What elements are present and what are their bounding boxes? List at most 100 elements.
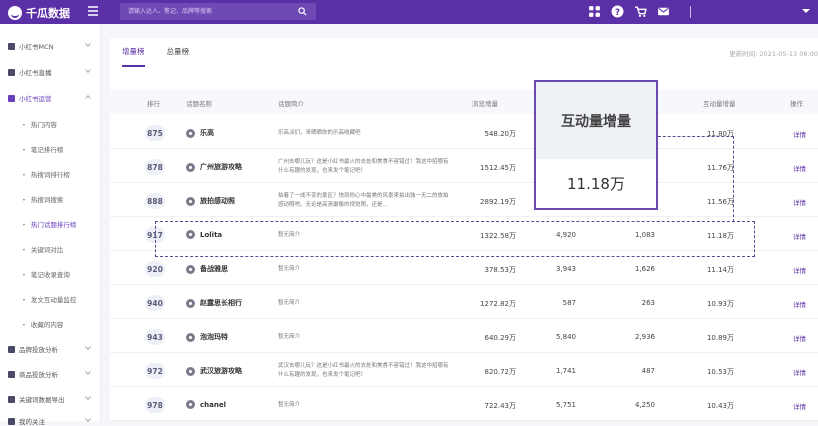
topic-name[interactable]: 武汉旅游攻略 — [186, 366, 242, 376]
topic-intro: 武汉去哪儿玩？这是小红书最火的去处和美食不容错过！我这中招哪有什么有趣的发现，也… — [278, 363, 449, 378]
topic-intro: 拍着了一成不变的景区？快到你心中最美的风景来拍出独一无二的旅拍感动照吧。无论是高… — [278, 193, 449, 208]
interaction-value: 10.93万 — [706, 300, 734, 308]
callout-title: 互动量增量 — [536, 82, 656, 159]
logo[interactable]: 千瓜数据 — [8, 5, 70, 21]
user-menu-caret-icon[interactable] — [802, 9, 810, 13]
chevron-down-icon — [85, 369, 91, 375]
logo-icon — [8, 6, 22, 20]
sidebar-subitem-keyword-compare[interactable]: 关键词对比 — [22, 244, 64, 254]
detail-link[interactable]: 详情 — [793, 401, 806, 411]
table-row[interactable]: 943 泡泡玛特 暂无简介 640.29万 5,840 2,936 10.89万… — [110, 320, 818, 353]
metric-a-value: 3,943 — [555, 265, 576, 273]
interaction-value: 10.89万 — [706, 334, 734, 342]
metric-a-value: 5,751 — [555, 401, 576, 409]
sidebar-subitem-hot-content[interactable]: 热门内容 — [22, 119, 57, 129]
sidebar-item-keyword-export[interactable]: 关键词数据导出 — [8, 394, 96, 404]
table-row[interactable]: 978 chanel 暂无简介 722.43万 5,751 4,250 10.4… — [110, 388, 818, 421]
mail-icon[interactable] — [657, 5, 670, 18]
interaction-value: 10.43万 — [706, 402, 734, 410]
rank-badge: 978 — [145, 397, 165, 413]
svg-text:?: ? — [615, 8, 620, 18]
apps-grid-icon[interactable] — [588, 5, 601, 18]
topic-name[interactable]: 备战雅思 — [186, 264, 228, 274]
sidebar-subitem-favorites[interactable]: 收藏的内容 — [22, 319, 64, 329]
search-box — [120, 3, 316, 20]
table-header: 排行 话题名称 话题简介 浏览增量 互动量增量 操作 — [110, 90, 818, 114]
metric-b-value: 4,250 — [634, 401, 655, 409]
search-input[interactable] — [120, 3, 288, 20]
metric-b-value: 487 — [641, 367, 655, 375]
topic-icon — [186, 128, 195, 138]
mcn-icon — [8, 42, 15, 50]
sidebar-item-label: 小红书MCN — [19, 43, 54, 51]
cart-icon[interactable] — [634, 5, 647, 18]
highlight-connector — [658, 136, 734, 222]
topic-icon — [186, 298, 195, 308]
bar-chart-icon — [8, 345, 15, 353]
header-rank: 排行 — [147, 100, 160, 108]
views-value: 722.43万 — [484, 402, 517, 410]
detail-link[interactable]: 详情 — [793, 333, 806, 343]
detail-link[interactable]: 详情 — [793, 163, 806, 173]
tab-bar: 增量榜 总量榜 — [122, 46, 211, 67]
sidebar-item-following[interactable]: 我的关注 — [8, 416, 96, 426]
detail-link[interactable]: 详情 — [793, 265, 806, 275]
detail-link[interactable]: 详情 — [793, 197, 806, 207]
topic-name[interactable]: chanel — [186, 400, 226, 409]
help-icon[interactable]: ? — [611, 5, 624, 18]
topic-icon — [186, 264, 195, 274]
update-time: 更新时间: 2021-05-13 08:00 — [727, 48, 818, 58]
sidebar-subitem-interaction-monitor[interactable]: 发文互动量监控 — [22, 294, 77, 304]
rank-badge: 878 — [145, 159, 165, 175]
detail-link[interactable]: 详情 — [793, 129, 806, 139]
rank-badge: 943 — [145, 329, 165, 345]
topic-name[interactable]: 乐高 — [186, 128, 214, 138]
sidebar-item-brand-analysis[interactable]: 品牌投放分析 — [8, 344, 96, 354]
topic-name[interactable]: 广州旅游攻略 — [186, 162, 242, 172]
topic-icon — [186, 366, 195, 376]
topic-intro: 暂无简介 — [278, 402, 301, 408]
detail-link[interactable]: 详情 — [793, 367, 806, 377]
menu-toggle-icon[interactable] — [88, 6, 98, 16]
sidebar-subitem-note-ranking[interactable]: 笔记排行榜 — [22, 144, 64, 154]
metric-b-value: 263 — [641, 299, 655, 307]
sidebar-item-product-analysis[interactable]: 商品投放分析 — [8, 369, 96, 379]
topic-icon — [186, 332, 195, 342]
sidebar-item-label: 我的关注 — [19, 418, 45, 426]
sidebar-item-mcn[interactable]: 小红书MCN — [8, 41, 96, 51]
chevron-down-icon — [85, 394, 91, 400]
rank-badge: 972 — [145, 363, 165, 379]
views-value: 1272.82万 — [480, 300, 516, 308]
table-row[interactable]: 972 武汉旅游攻略 武汉去哪儿玩？这是小红书最火的去处和美食不容错过！我这中招… — [110, 354, 818, 387]
topic-label: 赵露思长相行 — [200, 299, 242, 307]
top-icons: ? — [588, 5, 691, 18]
topic-name[interactable]: 泡泡玛特 — [186, 332, 228, 342]
tab-increment[interactable]: 增量榜 — [122, 46, 145, 67]
search-button[interactable] — [288, 3, 316, 20]
views-value: 378.53万 — [484, 266, 517, 274]
update-time-label: 更新时间: — [729, 50, 758, 58]
top-bar: 千瓜数据 ? — [0, 0, 818, 24]
rank-badge: 875 — [145, 125, 165, 141]
topic-name[interactable]: 旅拍感动照 — [186, 196, 235, 206]
chevron-down-icon — [85, 41, 91, 47]
tab-total[interactable]: 总量榜 — [167, 46, 190, 67]
topic-name[interactable]: 赵露思长相行 — [186, 298, 242, 308]
metric-a-value: 5,840 — [555, 333, 576, 341]
sidebar-subitem-note-index[interactable]: 笔记收录查询 — [22, 269, 70, 279]
views-value: 640.29万 — [484, 334, 517, 342]
divider — [690, 5, 691, 18]
topic-label: 乐高 — [200, 129, 214, 137]
sidebar-item-operations[interactable]: 小红书运营 — [8, 93, 96, 103]
sidebar-item-live[interactable]: 小红书直播 — [8, 67, 96, 77]
header-topic: 话题名称 — [186, 100, 212, 108]
topic-intro: 暂无简介 — [278, 266, 301, 272]
detail-link[interactable]: 详情 — [793, 299, 806, 309]
sidebar-subitem-hot-search-ranking[interactable]: 热搜词排行榜 — [22, 169, 70, 179]
table-row[interactable]: 940 赵露思长相行 暂无简介 1272.82万 587 263 10.93万 … — [110, 286, 818, 319]
detail-link[interactable]: 详情 — [793, 231, 806, 241]
sidebar-subitem-hot-search[interactable]: 热搜词搜索 — [22, 194, 64, 204]
topic-label: 泡泡玛特 — [200, 333, 228, 341]
callout-value: 11.18万 — [567, 175, 625, 193]
sidebar-subitem-hot-topic-ranking[interactable]: 热门话题排行榜 — [22, 219, 77, 229]
